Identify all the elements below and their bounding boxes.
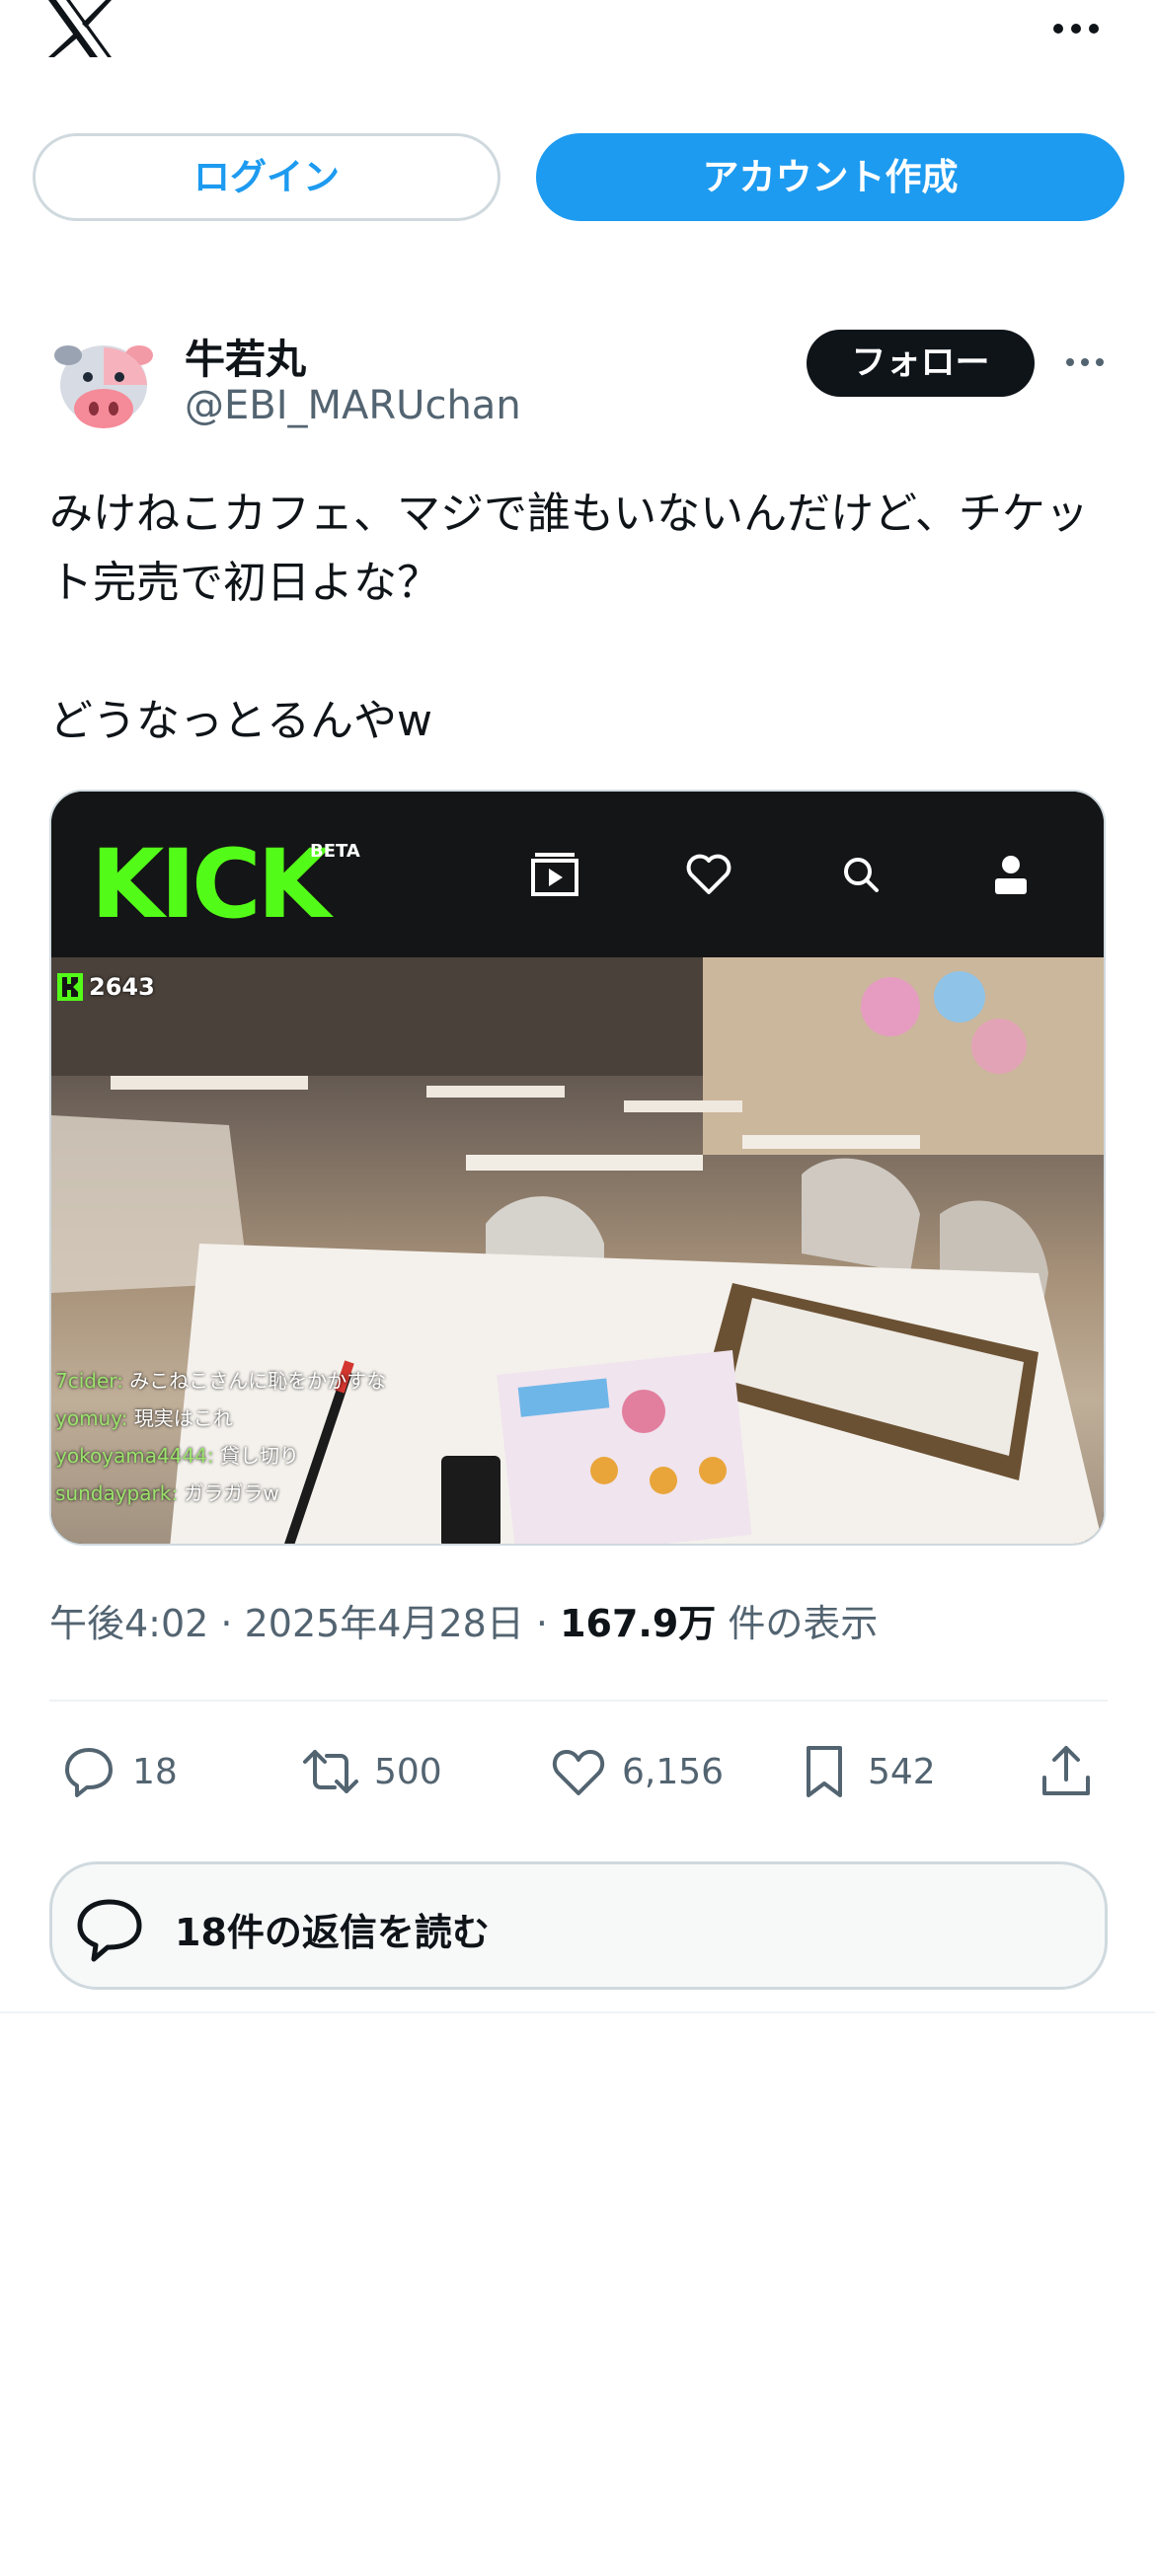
- chat-message: 7cider: みこねこさんに恥をかかすな: [55, 1369, 387, 1393]
- video-library-icon: [531, 853, 578, 896]
- viewer-count-badge: 2643: [57, 973, 155, 1001]
- reply-count: 18: [132, 1751, 178, 1792]
- follow-button[interactable]: フォロー: [807, 330, 1035, 397]
- read-replies-label: 18件の返信を読む: [175, 1911, 490, 1954]
- chat-message: yomuy: 現実はこれ: [55, 1406, 233, 1430]
- bookmark-button[interactable]: 542: [795, 1732, 936, 1811]
- create-account-button[interactable]: アカウント作成: [536, 133, 1124, 221]
- avatar[interactable]: [54, 326, 153, 436]
- reply-bubble-icon: [77, 1899, 142, 1962]
- tweet-text: みけねこカフェ、マジで誰もいないんだけど、チケット完売で初日よな？ どうなっとる…: [49, 489, 1089, 746]
- tweet-time[interactable]: 午後4:02: [49, 1602, 208, 1645]
- retweet-count: 500: [374, 1751, 442, 1792]
- retweet-button[interactable]: 500: [301, 1732, 442, 1811]
- kick-logo: KICK: [91, 829, 331, 940]
- viewer-count: 2643: [89, 973, 155, 1001]
- video-frame: 2643 7cider: みこねこさんに恥をかかすな yomuy: 現実はこれ …: [51, 957, 1104, 1544]
- auth-buttons: ログイン アカウント作成: [0, 133, 1155, 224]
- more-horizontal-icon[interactable]: [1048, 14, 1104, 43]
- like-button[interactable]: 6,156: [549, 1732, 724, 1811]
- divider: [0, 2011, 1155, 2013]
- chat-message: sundaypark: ガラガラw: [55, 1481, 279, 1505]
- like-count: 6,156: [622, 1751, 725, 1792]
- login-button[interactable]: ログイン: [33, 133, 500, 221]
- chat-message: yokoyama4444: 貸し切り: [55, 1444, 300, 1468]
- heart-icon: [552, 1750, 605, 1795]
- kick-k-icon: [57, 973, 83, 1001]
- x-logo-icon[interactable]: [46, 0, 114, 57]
- user-icon: [995, 856, 1027, 894]
- view-count: 167.9万: [560, 1602, 717, 1645]
- retweet-icon: [303, 1750, 358, 1793]
- stream-chat: 7cider: みこねこさんに恥をかかすな yomuy: 現実はこれ yokoy…: [55, 1362, 386, 1512]
- bookmark-icon: [807, 1746, 842, 1797]
- view-count-label: 件の表示: [728, 1602, 879, 1645]
- bookmark-count: 542: [868, 1751, 936, 1792]
- heart-icon: [686, 854, 732, 894]
- share-icon: [1042, 1746, 1090, 1795]
- reply-icon: [65, 1748, 113, 1797]
- action-bar: 18 500 6,156 542: [0, 1732, 1155, 1811]
- top-bar: [0, 0, 1155, 69]
- share-button[interactable]: [1037, 1732, 1110, 1811]
- divider: [49, 1700, 1108, 1702]
- read-replies-button[interactable]: 18件の返信を読む: [49, 1861, 1108, 1990]
- reply-button[interactable]: 18: [59, 1732, 178, 1811]
- kick-header: KICK BETA: [51, 792, 1104, 957]
- more-horizontal-icon[interactable]: [1062, 349, 1108, 375]
- tweet-meta: 午後4:02 · 2025年4月28日 · 167.9万 件の表示: [49, 1602, 879, 1645]
- search-icon: [844, 858, 879, 892]
- author-handle[interactable]: @EBI_MARUchan: [185, 383, 521, 428]
- tweet-media[interactable]: KICK BETA 2643 7cider: みこねこさんに恥をかかすな yom…: [49, 790, 1106, 1546]
- tweet-date[interactable]: 2025年4月28日: [245, 1602, 524, 1645]
- kick-beta-tag: BETA: [310, 841, 360, 862]
- author-name[interactable]: 牛若丸: [185, 326, 306, 385]
